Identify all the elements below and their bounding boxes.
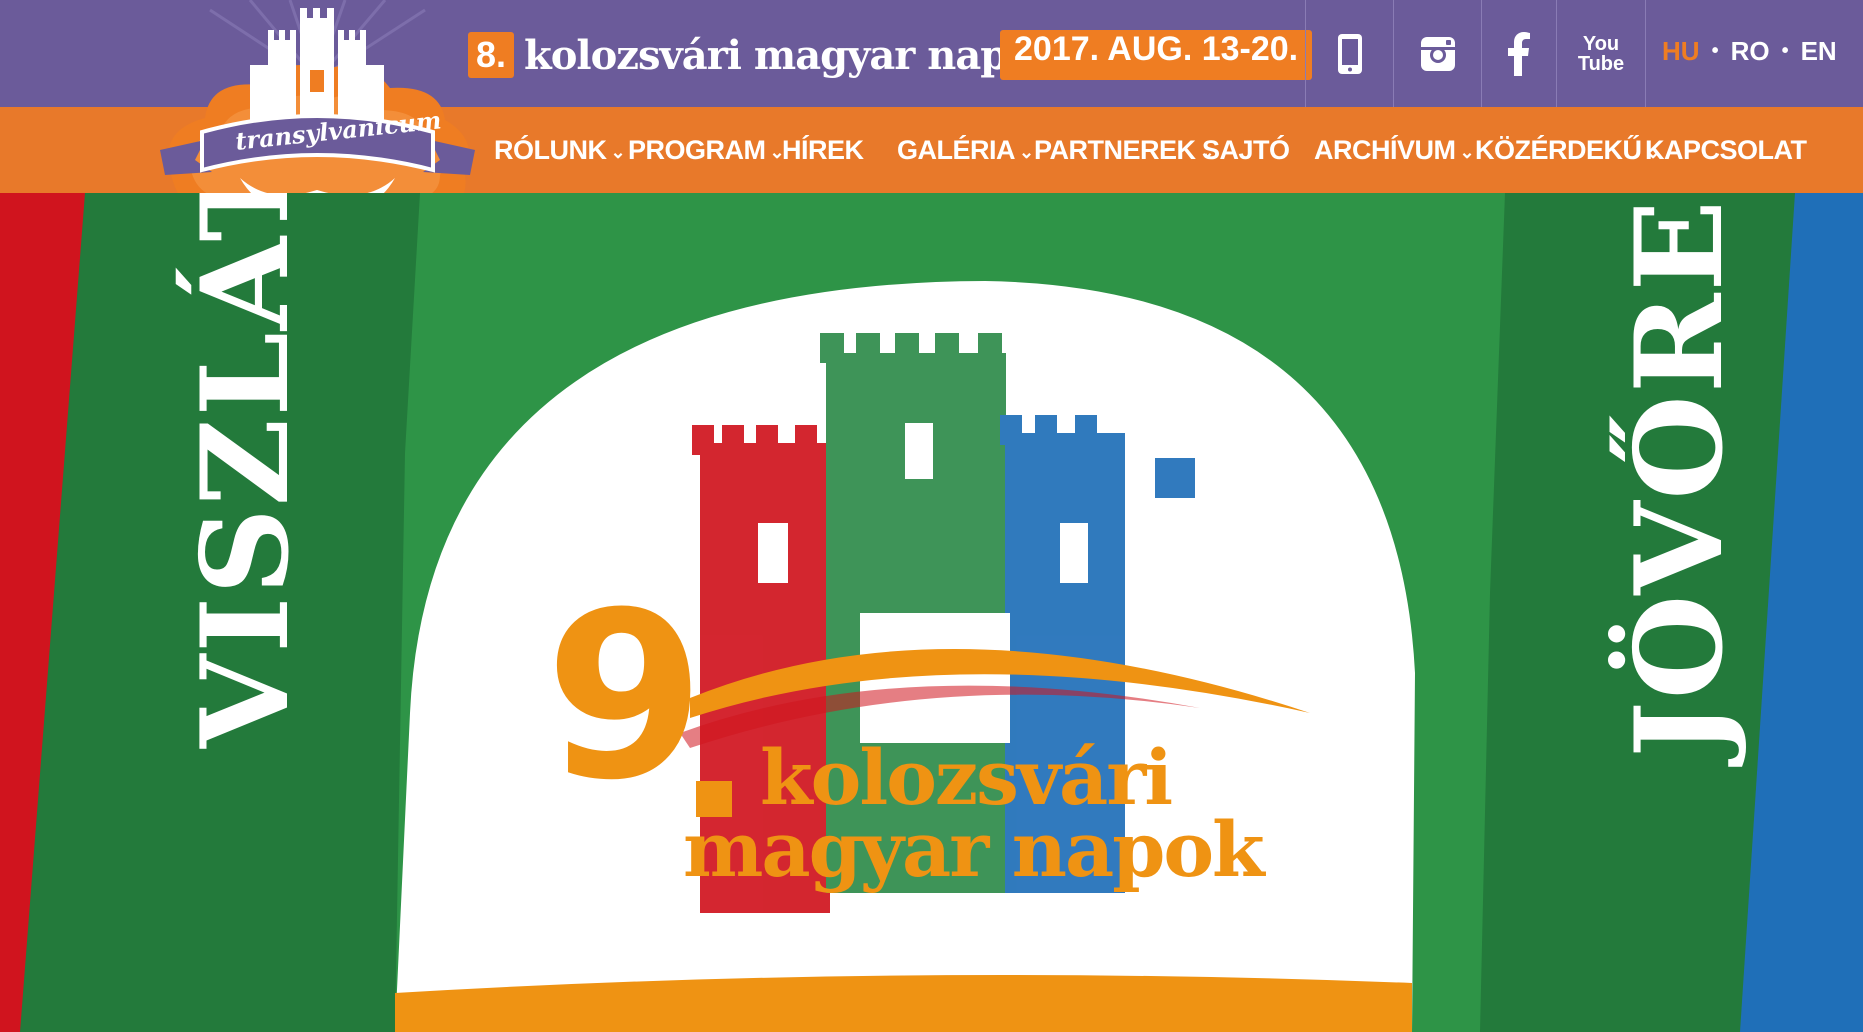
lang-en[interactable]: EN [1801, 36, 1837, 67]
chevron-down-icon: ⌄ [610, 141, 626, 162]
festival-title: 8. kolozsvári magyar napok [468, 30, 1061, 80]
lang-ro[interactable]: RO [1731, 36, 1770, 67]
youtube-line2: Tube [1577, 52, 1625, 75]
lang-separator: • [1711, 40, 1719, 62]
nav-item-label: ARCHÍVUM [1314, 134, 1456, 165]
facebook-link[interactable] [1481, 0, 1556, 107]
nav-item-label: HÍREK [782, 134, 864, 165]
nav-item-kozerdeku[interactable]: KÖZÉRDEKŰ ⌄ [1475, 107, 1661, 193]
youtube-icon: You Tube [1578, 34, 1624, 74]
hero-banner[interactable]: VISZLÁT JÖVŐRE! 9 kolozsvári magyar napo… [0, 193, 1863, 1032]
nav-item-label: SAJTÓ [1202, 134, 1290, 165]
chevron-down-icon: ⌄ [1459, 141, 1475, 162]
nav-item-label: RÓLUNK [494, 134, 607, 165]
hero-left-text: VISZLÁT [175, 193, 316, 748]
instagram-link[interactable] [1393, 0, 1481, 107]
nav-item-label: GALÉRIA [897, 134, 1016, 165]
mobile-icon [1337, 33, 1362, 74]
facebook-icon [1508, 31, 1530, 76]
mobile-app-link[interactable] [1305, 0, 1393, 107]
nav-item-galeria[interactable]: GALÉRIA ⌄ [897, 107, 1034, 193]
youtube-line1: You [1582, 32, 1620, 55]
festival-name: kolozsvári magyar napok [524, 31, 1061, 79]
language-switcher: HU • RO • EN [1662, 36, 1837, 67]
nav-item-label: KÖZÉRDEKŰ [1475, 134, 1642, 165]
nav-item-sajto[interactable]: SAJTÓ [1202, 107, 1290, 193]
next-edition-number: 9 [545, 564, 706, 831]
next-edition-line2: magyar napok [683, 805, 1265, 894]
nav-item-rolunk[interactable]: RÓLUNK ⌄ [494, 107, 626, 193]
nav-item-kapcsolat[interactable]: KAPCSOLAT [1645, 107, 1807, 193]
lang-separator: • [1781, 40, 1789, 62]
nav-item-label: PARTNEREK [1034, 134, 1196, 165]
nav-item-label: PROGRAM [628, 134, 766, 165]
hero-right-text: JÖVŐRE! [1609, 193, 1750, 758]
festival-dates-badge: 2017. AUG. 13-20. [1000, 30, 1313, 80]
youtube-link[interactable]: You Tube [1556, 0, 1646, 107]
nav-item-partnerek[interactable]: PARTNEREK ⌄ [1034, 107, 1215, 193]
chevron-down-icon: ⌄ [1019, 141, 1034, 162]
lang-hu[interactable]: HU [1662, 36, 1700, 67]
nav-item-program[interactable]: PROGRAM ⌄ [628, 107, 785, 193]
nav-item-hirek[interactable]: HÍREK [782, 107, 864, 193]
instagram-icon [1420, 36, 1455, 71]
nav-item-label: KAPCSOLAT [1645, 134, 1807, 165]
nav-item-archivum[interactable]: ARCHÍVUM ⌄ [1314, 107, 1475, 193]
